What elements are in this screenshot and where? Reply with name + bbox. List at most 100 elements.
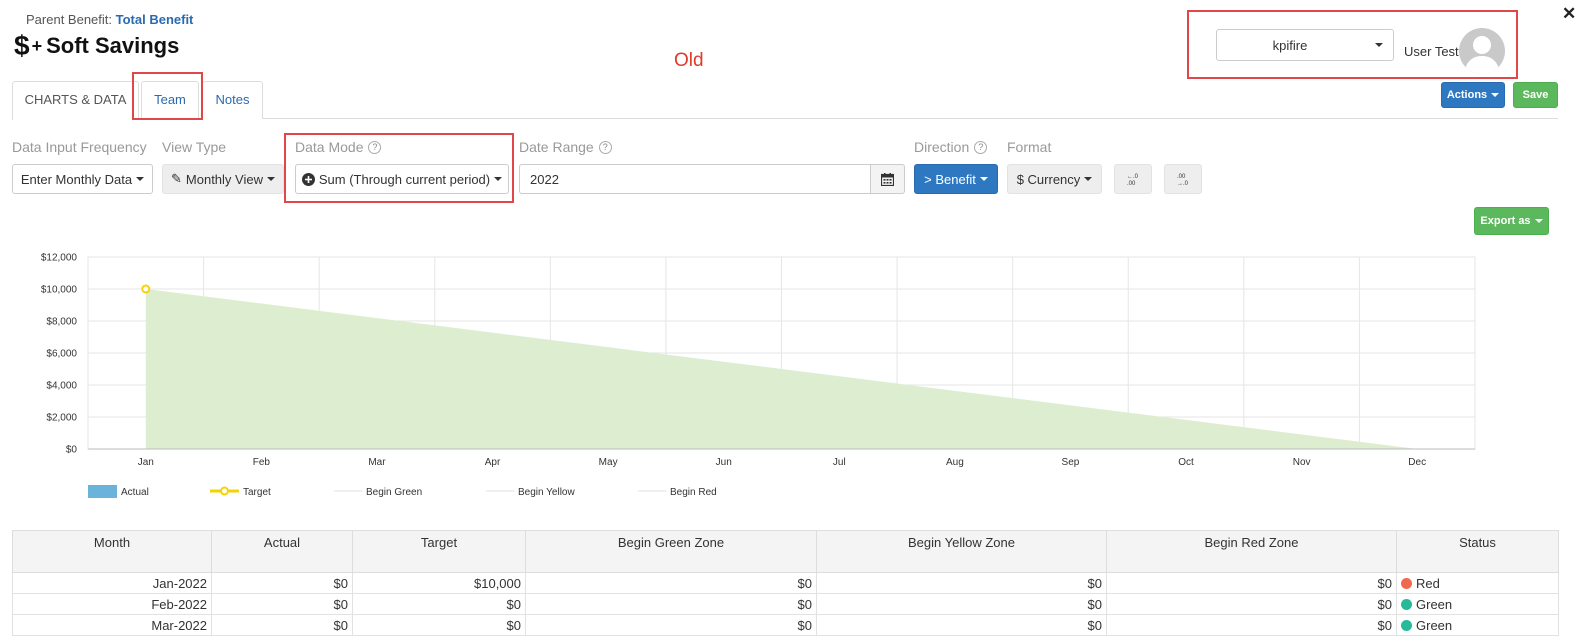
parent-benefit-link[interactable]: Total Benefit [116, 12, 194, 27]
view-type-label: View Type [162, 139, 226, 155]
y-tick-label: $4,000 [46, 381, 77, 392]
date-range-label: Date Range ? [519, 139, 612, 155]
chart: $0 $2,000 $4,000 $6,000 $8,000 $10,000 $12,000… [41, 253, 1476, 498]
x-tick-label: Sep [1062, 457, 1080, 468]
x-tick-label: Dec [1408, 457, 1426, 468]
decrease-decimal-button[interactable]: .00 →.0 [1164, 164, 1202, 194]
x-tick-label: Jun [716, 457, 732, 468]
chevron-down-icon [266, 177, 275, 181]
table-row: Feb-2022 $0 $0 $0 $0 $0 Green [12, 593, 1559, 615]
y-tick-label: $10,000 [41, 285, 78, 296]
y-tick-label: $0 [66, 445, 78, 456]
parent-benefit-line: Parent Benefit: Total Benefit [26, 12, 193, 27]
cell-begin-red[interactable]: $0 [1106, 593, 1397, 615]
chevron-down-icon [136, 177, 145, 181]
dollar-icon: $ [14, 30, 30, 61]
x-tick-label: Aug [946, 457, 964, 468]
status-text: Green [1416, 617, 1453, 633]
cell-begin-green[interactable]: $0 [525, 572, 817, 594]
cell-begin-red[interactable]: $0 [1106, 572, 1397, 594]
cell-begin-yellow[interactable]: $0 [816, 572, 1107, 594]
cell-begin-red[interactable]: $0 [1106, 614, 1397, 636]
cell-month: Mar-2022 [12, 614, 212, 636]
format-dropdown[interactable]: $ Currency [1007, 164, 1102, 194]
organization-select[interactable]: kpifire [1216, 29, 1394, 61]
format-value: $ Currency [1016, 171, 1081, 187]
team-highlight-box [132, 72, 203, 120]
frequency-value: Enter Monthly Data [20, 171, 133, 187]
chevron-down-icon [979, 177, 988, 181]
cell-actual[interactable]: $0 [211, 614, 353, 636]
frequency-label-text: Data Input Frequency [12, 139, 147, 155]
save-button[interactable]: Save [1513, 82, 1558, 108]
avatar[interactable] [1459, 28, 1505, 74]
tab-notes[interactable]: Notes [202, 81, 263, 119]
column-header-actual[interactable]: Actual [211, 530, 353, 573]
cell-status: Red [1396, 572, 1559, 594]
status-text: Green [1416, 596, 1453, 612]
format-label-text: Format [1007, 139, 1052, 155]
actions-button-label: Actions [1446, 89, 1488, 101]
y-tick-label: $12,000 [41, 253, 78, 264]
table-header-row: Month Actual Target Begin Green Zone Beg… [12, 530, 1559, 573]
data-mode-highlight-box [284, 133, 514, 203]
column-header-begin-green[interactable]: Begin Green Zone [525, 530, 817, 573]
x-tick-label: Nov [1293, 457, 1311, 468]
svg-text:←.0: ←.0 [1127, 174, 1139, 180]
export-button[interactable]: Export as [1474, 207, 1549, 235]
cell-actual[interactable]: $0 [211, 593, 353, 615]
cell-month: Jan-2022 [12, 572, 212, 594]
status-dot [1401, 619, 1412, 631]
date-range-input[interactable]: 2022 [519, 164, 871, 194]
cell-status: Green [1396, 614, 1559, 636]
pencil-icon: ✎ [171, 171, 182, 186]
cell-target[interactable]: $0 [352, 614, 526, 636]
save-button-label: Save [1522, 89, 1549, 101]
x-tick-label: Jul [833, 457, 846, 468]
cell-begin-yellow[interactable]: $0 [816, 593, 1107, 615]
increase-decimal-button[interactable]: ←.0 .00 [1114, 164, 1152, 194]
legend-label-begin-yellow: Begin Yellow [518, 487, 575, 498]
frequency-dropdown[interactable]: Enter Monthly Data [12, 164, 153, 194]
tab-charts-data[interactable]: CHARTS & DATA [12, 81, 139, 120]
cell-begin-green[interactable]: $0 [525, 593, 817, 615]
column-header-month[interactable]: Month [12, 530, 212, 573]
legend-label-actual: Actual [121, 487, 149, 498]
chevron-down-icon [1084, 177, 1093, 181]
user-silhouette-icon [1464, 36, 1500, 74]
y-tick-label: $6,000 [46, 349, 77, 360]
user-name: User Test [1404, 44, 1459, 59]
old-annotation: Old [674, 50, 704, 71]
cell-target[interactable]: $0 [352, 593, 526, 615]
chevron-down-icon [1375, 43, 1383, 47]
legend-label-target: Target [243, 487, 271, 498]
view-type-dropdown[interactable]: ✎ Monthly View [162, 164, 284, 194]
direction-value: > Benefit [924, 171, 976, 187]
cell-month: Feb-2022 [12, 593, 212, 615]
cell-begin-green[interactable]: $0 [525, 614, 817, 636]
column-header-status[interactable]: Status [1396, 530, 1559, 573]
direction-label: Direction ? [914, 139, 988, 155]
help-icon[interactable]: ? [974, 140, 988, 154]
export-button-label: Export as [1480, 215, 1531, 227]
legend-marker-target [220, 486, 229, 496]
legend-label-begin-green: Begin Green [366, 487, 422, 498]
help-icon[interactable]: ? [598, 140, 612, 154]
table-row: Mar-2022 $0 $0 $0 $0 $0 Green [12, 614, 1559, 636]
cell-target[interactable]: $10,000 [352, 572, 526, 594]
column-header-begin-red[interactable]: Begin Red Zone [1106, 530, 1397, 573]
table-row: Jan-2022 $0 $10,000 $0 $0 $0 Red [12, 572, 1559, 594]
actions-button[interactable]: Actions [1441, 82, 1505, 108]
close-icon[interactable]: ✕ [1562, 4, 1576, 24]
view-type-label-text: View Type [162, 139, 227, 155]
calendar-button[interactable] [870, 164, 905, 194]
column-header-target[interactable]: Target [352, 530, 526, 573]
target-point [141, 284, 151, 294]
organization-select-value: kpifire [1272, 38, 1308, 53]
cell-actual[interactable]: $0 [211, 572, 353, 594]
svg-text:→.0: →.0 [1177, 181, 1189, 186]
column-header-begin-yellow[interactable]: Begin Yellow Zone [816, 530, 1107, 573]
cell-begin-yellow[interactable]: $0 [816, 614, 1107, 636]
increase-decimal-icon: ←.0 .00 [1127, 174, 1139, 186]
direction-dropdown[interactable]: > Benefit [914, 164, 998, 194]
